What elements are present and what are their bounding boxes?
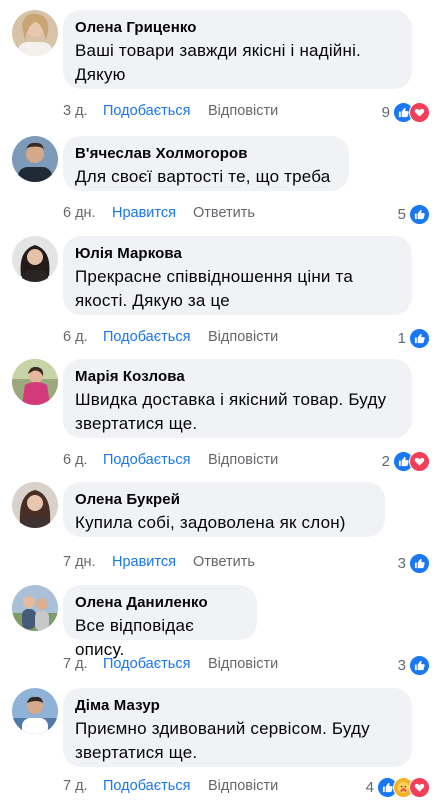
reply-link[interactable]: Відповісти [208,654,278,674]
reaction-summary[interactable]: 3 [398,654,430,676]
love-icon [409,776,430,798]
reaction-count: 4 [365,778,374,796]
comment-bubble: Олена Даниленко Все відповідає опису. [63,585,257,659]
comment-text: Швидка доставка і якісний товар. Буду зв… [75,390,387,433]
avatar[interactable] [12,482,58,528]
reaction-count: 9 [381,103,390,121]
avatar[interactable] [12,10,58,56]
reply-link[interactable]: Відповісти [208,450,278,470]
comment-actions: 6 д. Подобається Відповісти [63,327,303,347]
comment-bubble: Олена Букрей Купила собі, задоволена як … [63,482,385,537]
like-link[interactable]: Нравится [112,203,176,223]
reply-link[interactable]: Відповісти [208,776,278,796]
like-icon [409,552,430,574]
like-link[interactable]: Нравится [112,552,176,572]
like-link[interactable]: Подобається [103,101,190,121]
reply-link[interactable]: Відповісти [208,327,278,347]
comment-text: Купила собі, задоволена як слон) [75,513,346,532]
comment-time[interactable]: 6 д. [63,327,88,347]
reaction-summary[interactable]: 2 [382,450,430,472]
comment-text: Приємно здивований сервісом. Буду зверта… [75,719,370,762]
like-link[interactable]: Подобається [103,776,190,796]
reaction-count: 3 [397,656,406,674]
comment-actions: 6 д. Подобається Відповісти [63,450,303,470]
comment-author[interactable]: Діма Мазур [75,696,400,715]
reaction-summary[interactable]: 9 [382,101,430,123]
comment-actions: 6 дн. Нравится Ответить [63,203,303,223]
reaction-summary[interactable]: 5 [398,203,430,225]
avatar[interactable] [12,236,58,282]
love-icon [409,101,430,123]
comment-time[interactable]: 3 д. [63,101,88,121]
like-icon [409,654,430,676]
avatar[interactable] [12,688,58,734]
like-link[interactable]: Подобається [103,450,190,470]
reaction-count: 2 [381,452,390,470]
comment-actions: 3 д. Подобається Відповісти [63,101,303,121]
comment-actions: 7 д. Подобається Відповісти [63,776,303,796]
reaction-summary[interactable]: 1 [398,327,430,349]
avatar[interactable] [12,136,58,182]
comment-time[interactable]: 6 дн. [63,203,96,223]
reply-link[interactable]: Ответить [193,552,255,572]
love-icon [409,450,430,472]
comment-bubble: Олена Гриценко Ваші товари завжди якісні… [63,10,412,89]
comment-author[interactable]: Олена Гриценко [75,18,400,37]
comment-text: Для своєї вартості те, що треба [75,167,331,186]
like-link[interactable]: Подобається [103,654,190,674]
reply-link[interactable]: Ответить [193,203,255,223]
reaction-count: 3 [397,554,406,572]
reaction-summary[interactable]: 3 [398,552,430,574]
reaction-count: 5 [397,205,406,223]
reply-link[interactable]: Відповісти [208,101,278,121]
comment-actions: 7 дн. Нравится Ответить [63,552,303,572]
comment-author[interactable]: Олена Букрей [75,490,373,509]
comments-feed: Олена Гриценко Ваші товари завжди якісні… [0,0,440,810]
avatar[interactable] [12,359,58,405]
comment-author[interactable]: Марія Козлова [75,367,400,386]
comment-author[interactable]: В'ячеслав Холмогоров [75,144,337,163]
reaction-count: 1 [397,329,406,347]
like-icon [409,327,430,349]
comment-text: Ваші товари завжди якісні і надійні. Дяк… [75,41,361,84]
reaction-summary[interactable]: 4 [366,776,430,798]
like-link[interactable]: Подобається [103,327,190,347]
comment-bubble: В'ячеслав Холмогоров Для своєї вартості … [63,136,349,191]
comment-bubble: Марія Козлова Швидка доставка і якісний … [63,359,412,438]
comment-bubble: Діма Мазур Приємно здивований сервісом. … [63,688,412,767]
comment-time[interactable]: 6 д. [63,450,88,470]
comment-bubble: Юлія Маркова Прекрасне співвідношення ці… [63,236,412,315]
comment-author[interactable]: Юлія Маркова [75,244,400,263]
comment-time[interactable]: 7 д. [63,654,88,674]
comment-actions: 7 д. Подобається Відповісти [63,654,303,674]
comment-author[interactable]: Олена Даниленко [75,593,245,612]
comment-time[interactable]: 7 д. [63,776,88,796]
comment-time[interactable]: 7 дн. [63,552,96,572]
like-icon [409,203,430,225]
avatar[interactable] [12,585,58,631]
comment-text: Прекрасне співвідношення ціни та якості.… [75,267,353,310]
